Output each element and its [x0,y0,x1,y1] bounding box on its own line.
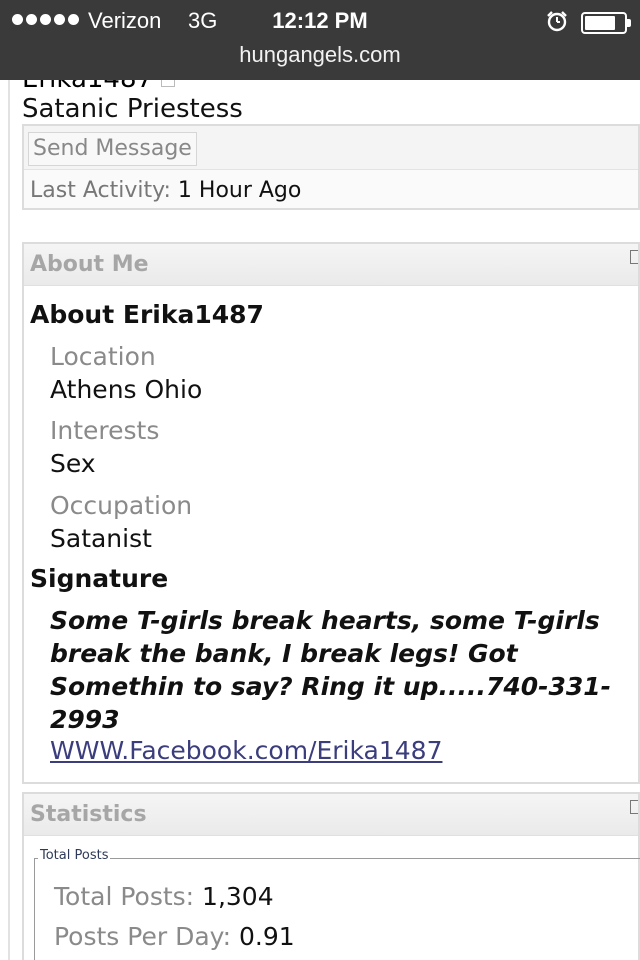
online-status-icon [161,80,176,87]
signature-text: Some T-girls break hearts, some T-girls … [50,606,612,734]
signature-heading: Signature [30,564,169,593]
profile-actions-card: Send Message Last Activity: 1 Hour Ago [22,124,640,210]
address-bar-url[interactable]: hungangels.com [0,42,640,68]
posts-per-day-value: 0.91 [239,922,295,951]
interests-label: Interests [50,416,160,445]
statistics-title: Statistics [30,802,147,827]
profile-username: Erika1487 [22,80,176,94]
send-message-button[interactable]: Send Message [28,132,197,166]
profile-page: Erika1487 Satanic Priestess Send Message… [0,80,640,960]
statistics-header[interactable]: Statistics [24,794,638,836]
battery-icon [581,12,631,34]
profile-actions-bar: Send Message [24,126,638,170]
about-me-title: About Me [30,252,149,277]
page-left-border [8,80,10,960]
signature-link[interactable]: WWW.Facebook.com/Erika1487 [50,736,442,765]
collapse-icon[interactable] [630,250,638,264]
interests-value: Sex [50,449,96,478]
posts-per-day-row: Posts Per Day: 0.91 [54,922,295,951]
about-heading: About Erika1487 [30,300,264,329]
occupation-label: Occupation [50,491,193,520]
posts-per-day-label: Posts Per Day: [54,922,232,951]
user-title: Satanic Priestess [22,94,243,124]
status-time: 12:12 PM [272,8,368,33]
location-value: Athens Ohio [50,375,203,404]
location-label: Location [50,342,156,371]
occupation-value: Satanist [50,524,152,553]
collapse-icon[interactable] [630,800,638,814]
about-me-card: About Me About Erika1487 Location Athens… [22,242,640,784]
about-me-header[interactable]: About Me [24,244,638,286]
total-posts-row: Total Posts: 1,304 [54,882,274,911]
profile-username-text: Erika1487 [22,80,153,94]
last-activity: Last Activity: 1 Hour Ago [30,178,301,203]
alarm-clock-icon [547,11,567,32]
last-activity-label: Last Activity: [30,178,171,203]
total-posts-value: 1,304 [202,882,274,911]
status-bar: Verizon 3G 12:12 PM hungangels.com [0,0,640,80]
statistics-card: Statistics Total Posts Total Posts: 1,30… [22,792,640,960]
last-activity-value: 1 Hour Ago [177,178,302,203]
total-posts-label: Total Posts: [54,882,195,911]
total-posts-legend: Total Posts [38,848,111,863]
